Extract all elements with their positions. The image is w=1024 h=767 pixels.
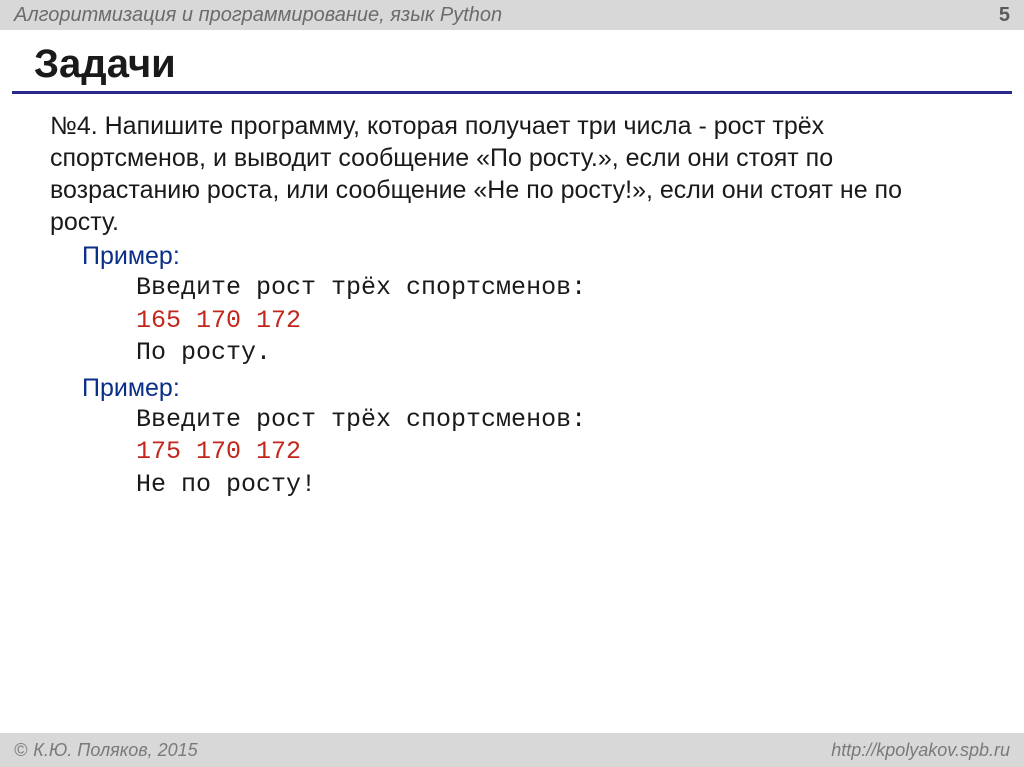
example-label: Пример: <box>82 372 974 404</box>
copyright-symbol: © <box>14 740 27 761</box>
example-output: По росту. <box>136 337 974 370</box>
example-label-text: Пример <box>82 242 173 270</box>
example-2: Пример: Введите рост трёх спортсменов: 1… <box>50 372 974 502</box>
content-area: №4. Напишите программу, которая получает… <box>50 110 974 501</box>
example-1: Пример: Введите рост трёх спортсменов: 1… <box>50 240 974 370</box>
example-input: 175 170 172 <box>136 436 974 469</box>
example-prompt: Введите рост трёх спортсменов: <box>136 404 974 437</box>
problem-statement: №4. Напишите программу, которая получает… <box>50 110 974 238</box>
example-label: Пример: <box>82 240 974 272</box>
page-number: 5 <box>999 4 1010 27</box>
example-output: Не по росту! <box>136 469 974 502</box>
course-title: Алгоритмизация и программирование, язык … <box>14 4 502 27</box>
problem-number: №4. <box>50 112 98 140</box>
footer-bar: © К.Ю. Поляков, 2015 http://kpolyakov.sp… <box>0 733 1024 767</box>
page-title: Задачи <box>34 42 1024 87</box>
footer-url: http://kpolyakov.spb.ru <box>831 740 1010 761</box>
example-prompt: Введите рост трёх спортсменов: <box>136 272 974 305</box>
problem-text: Напишите программу, которая получает три… <box>50 112 902 236</box>
heading-underline <box>12 91 1012 94</box>
copyright-text: К.Ю. Поляков, 2015 <box>33 740 197 761</box>
example-label-text: Пример <box>82 374 173 402</box>
copyright: © К.Ю. Поляков, 2015 <box>14 740 198 761</box>
slide-container: Алгоритмизация и программирование, язык … <box>0 0 1024 767</box>
header-bar: Алгоритмизация и программирование, язык … <box>0 0 1024 30</box>
example-input: 165 170 172 <box>136 305 974 338</box>
